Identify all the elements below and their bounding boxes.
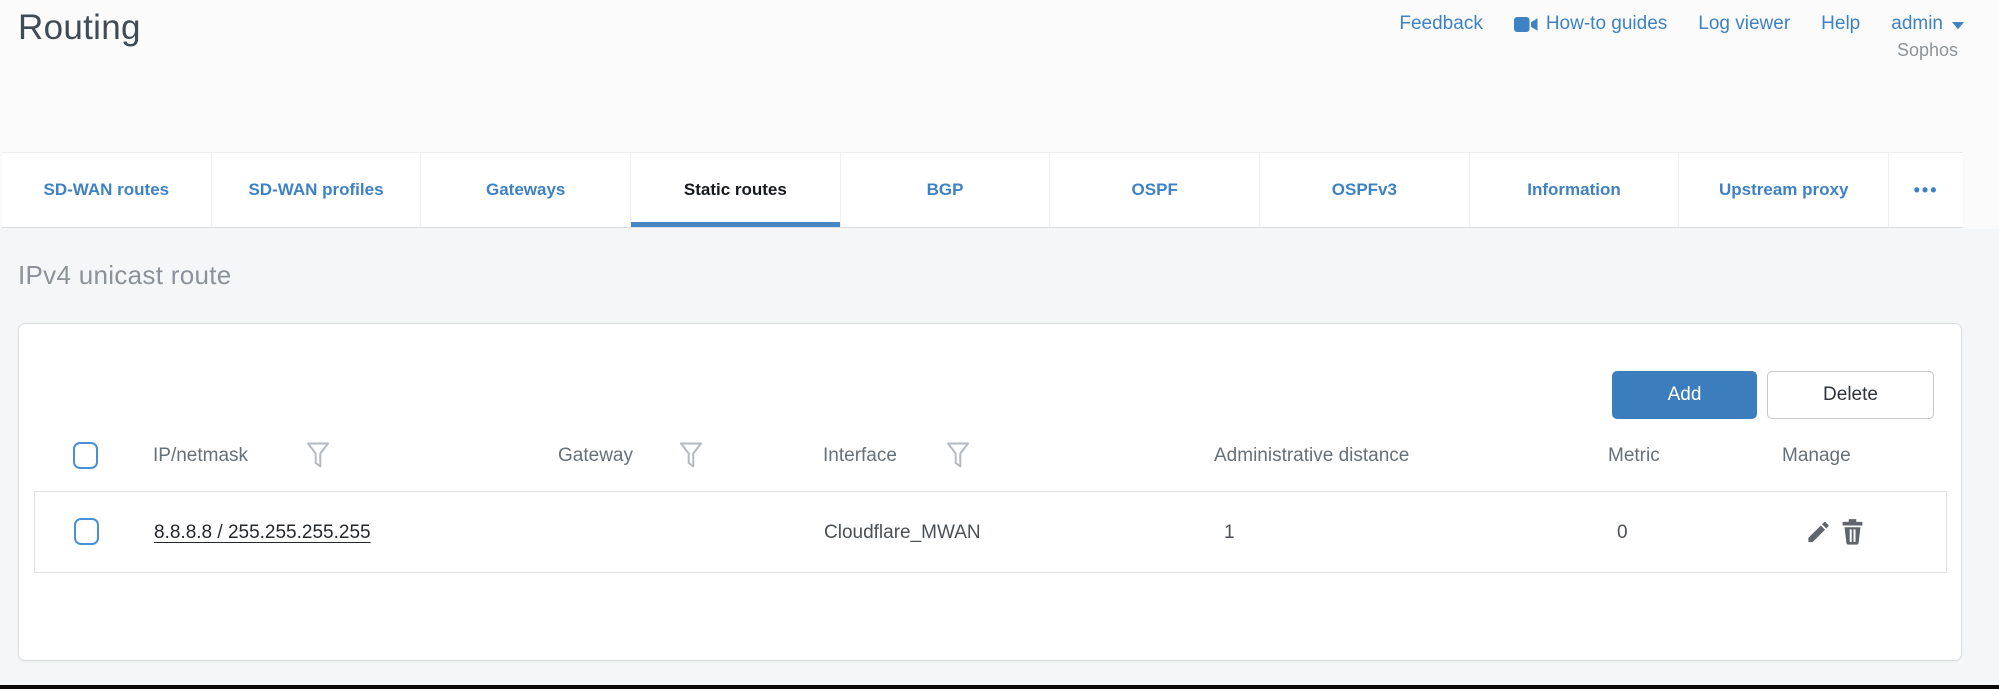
tab-static-routes[interactable]: Static routes [631, 153, 841, 227]
edit-pencil-icon[interactable] [1805, 518, 1832, 546]
tab-bgp[interactable]: BGP [841, 153, 1051, 227]
metric-cell: 0 [1617, 522, 1628, 544]
howto-guides-label: How-to guides [1546, 13, 1667, 35]
tab-sd-wan-profiles[interactable]: SD-WAN profiles [212, 153, 422, 227]
page-title: Routing [18, 8, 141, 48]
video-camera-icon [1514, 16, 1538, 33]
tab-information[interactable]: Information [1470, 153, 1680, 227]
column-header-manage: Manage [1782, 445, 1851, 467]
table-row: 8.8.8.8 / 255.255.255.255 Cloudflare_MWA… [34, 491, 1947, 573]
interface-cell: Cloudflare_MWAN [824, 522, 981, 544]
column-header-admin-distance: Administrative distance [1214, 445, 1409, 467]
admin-distance-cell: 1 [1224, 522, 1235, 544]
help-link[interactable]: Help [1821, 13, 1860, 35]
tab-overflow-menu[interactable]: ••• [1889, 153, 1963, 227]
howto-guides-link[interactable]: How-to guides [1514, 13, 1667, 35]
column-header-metric: Metric [1608, 445, 1660, 467]
select-all-checkbox[interactable] [73, 442, 98, 469]
routes-card: Add Delete IP/netmask Gateway Interface … [18, 323, 1962, 661]
filter-icon[interactable] [946, 442, 970, 474]
column-header-gateway: Gateway [558, 445, 633, 467]
row-checkbox[interactable] [74, 518, 99, 545]
brand-label: Sophos [1897, 40, 1958, 61]
admin-menu-label: admin [1891, 13, 1943, 35]
tab-gateways[interactable]: Gateways [421, 153, 631, 227]
filter-icon[interactable] [679, 442, 703, 474]
route-link[interactable]: 8.8.8.8 / 255.255.255.255 [154, 522, 371, 544]
feedback-link[interactable]: Feedback [1399, 13, 1482, 35]
routing-page: Routing Feedback How-to guides Log viewe… [0, 0, 1999, 689]
tab-bar: SD-WAN routes SD-WAN profiles Gateways S… [2, 152, 1963, 228]
column-header-ip-netmask: IP/netmask [153, 445, 248, 467]
tab-ospfv3[interactable]: OSPFv3 [1260, 153, 1470, 227]
log-viewer-link[interactable]: Log viewer [1698, 13, 1790, 35]
tab-ospf[interactable]: OSPF [1050, 153, 1260, 227]
filter-icon[interactable] [306, 442, 330, 474]
caret-down-icon [1951, 21, 1965, 30]
admin-menu[interactable]: admin [1891, 13, 1965, 35]
manage-cell [1805, 518, 1866, 546]
column-header-interface: Interface [823, 445, 897, 467]
tab-sd-wan-routes[interactable]: SD-WAN routes [2, 153, 212, 227]
tab-upstream-proxy[interactable]: Upstream proxy [1679, 153, 1889, 227]
header-nav: Feedback How-to guides Log viewer Help a… [1399, 13, 1965, 35]
delete-button[interactable]: Delete [1767, 371, 1934, 419]
bottom-edge-strip [0, 685, 1999, 689]
add-button[interactable]: Add [1612, 371, 1757, 419]
delete-trash-icon[interactable] [1839, 518, 1866, 546]
section-heading: IPv4 unicast route [18, 260, 232, 291]
